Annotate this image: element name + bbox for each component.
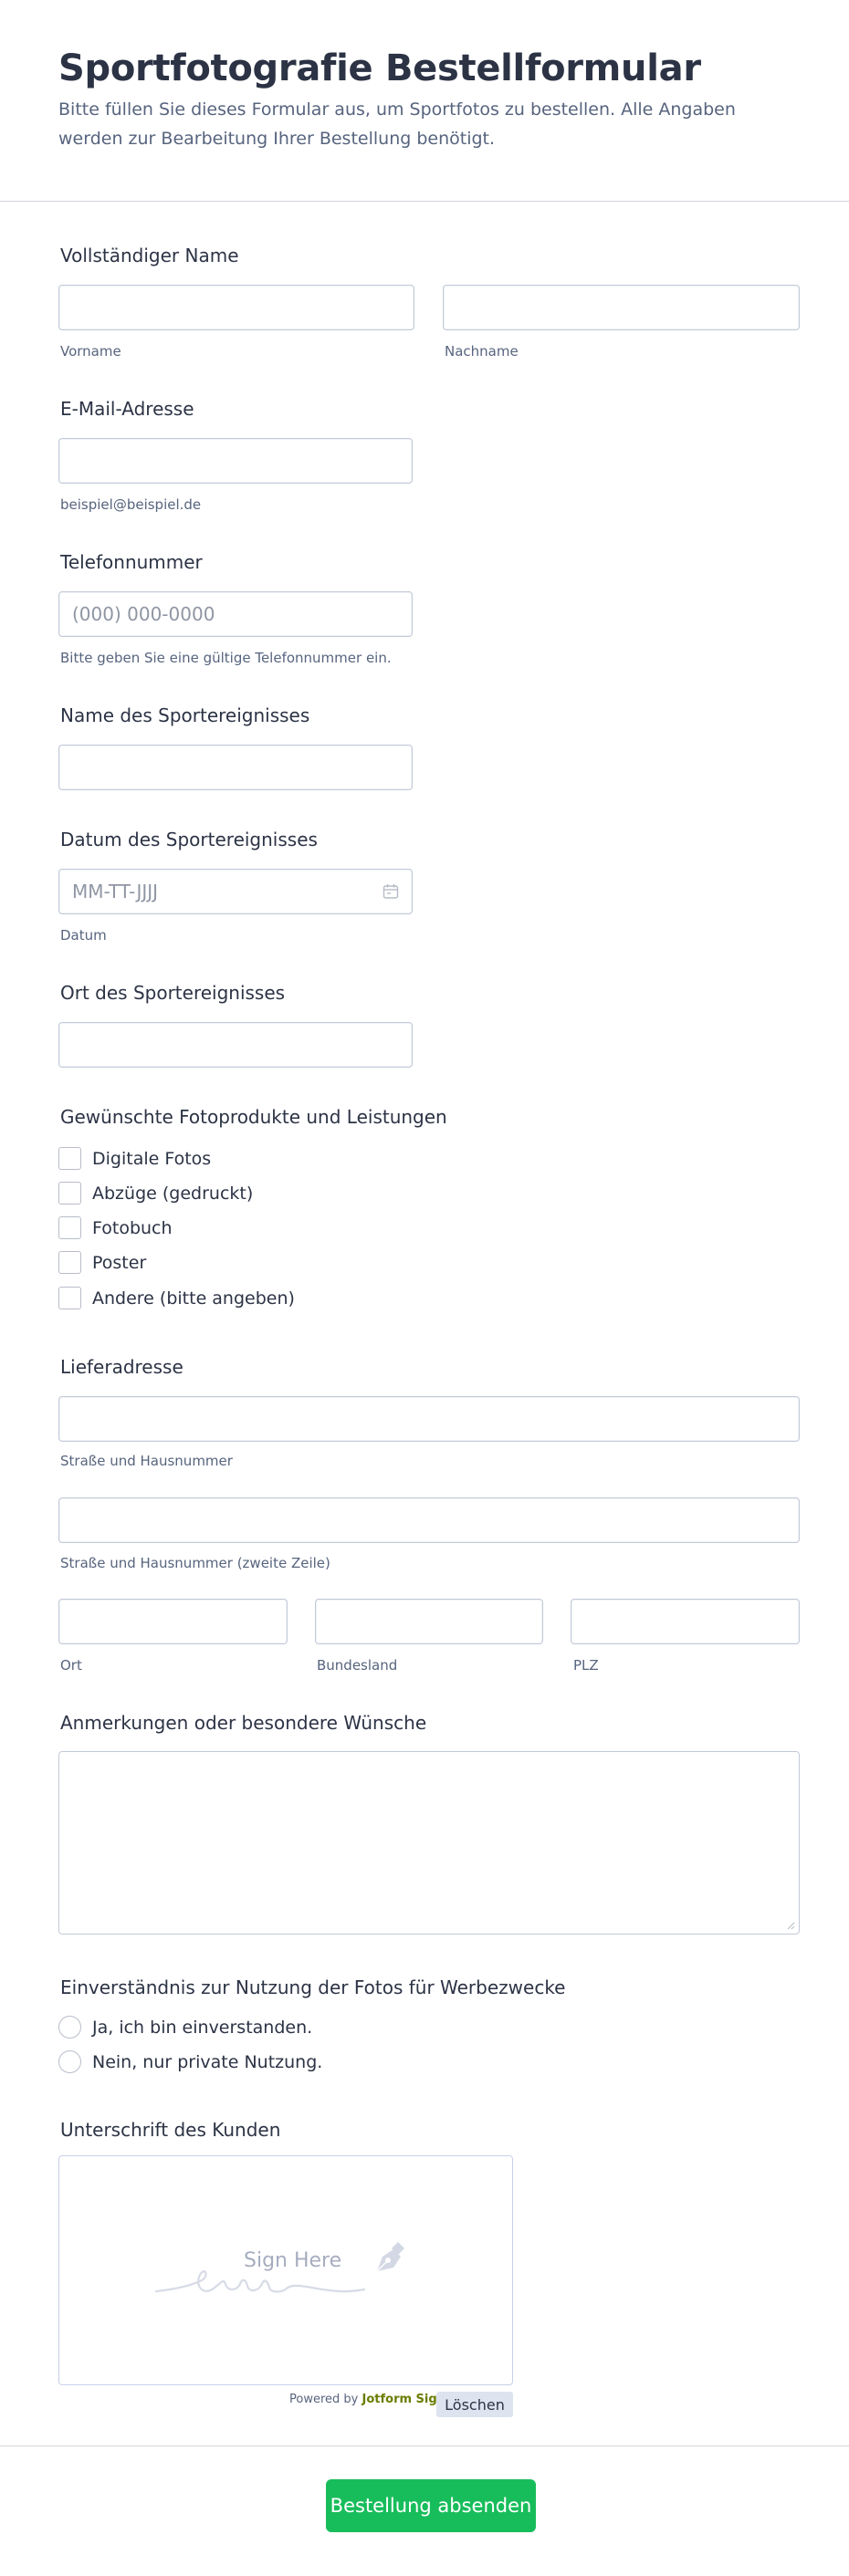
clear-signature-button[interactable]: Löschen: [436, 2392, 513, 2417]
last-name-sublabel: Nachname: [445, 343, 519, 360]
pen-icon: [376, 2242, 404, 2272]
zip-input[interactable]: [571, 1599, 800, 1644]
city-sublabel: Ort: [60, 1657, 82, 1674]
zip-sublabel: PLZ: [573, 1657, 599, 1674]
event-date-sublabel: Datum: [60, 927, 107, 944]
first-name-sublabel: Vorname: [60, 343, 121, 360]
product-checkbox[interactable]: [58, 1251, 81, 1274]
resize-handle-icon[interactable]: [786, 1921, 795, 1930]
street-input[interactable]: [58, 1396, 800, 1442]
event-location-input[interactable]: [58, 1022, 413, 1068]
product-option-label: Poster: [92, 1253, 147, 1273]
event-location-label: Ort des Sportereignisses: [60, 982, 286, 1004]
email-input[interactable]: [58, 438, 413, 484]
form-header: Sportfotografie Bestellformular Bitte fü…: [0, 0, 849, 202]
notes-label: Anmerkungen oder besondere Wünsche: [60, 1712, 427, 1734]
calendar-icon[interactable]: [383, 883, 399, 900]
consent-option-label: Ja, ich bin einverstanden.: [92, 2018, 313, 2038]
form-title: Sportfotografie Bestellformular: [58, 47, 701, 89]
event-date-label: Datum des Sportereignisses: [60, 829, 318, 850]
product-checkbox[interactable]: [58, 1147, 81, 1170]
street2-input[interactable]: [58, 1497, 800, 1543]
phone-label: Telefonnummer: [60, 551, 203, 573]
consent-radio[interactable]: [58, 2050, 81, 2073]
product-option-label: Andere (bitte angeben): [92, 1288, 295, 1309]
signature-pad[interactable]: Sign Here: [58, 2155, 513, 2385]
event-name-input[interactable]: [58, 745, 413, 790]
submit-button[interactable]: Bestellung absenden: [326, 2479, 536, 2532]
product-checkbox[interactable]: [58, 1182, 81, 1205]
last-name-input[interactable]: [443, 285, 800, 330]
full-name-label: Vollständiger Name: [60, 245, 239, 266]
signature-label: Unterschrift des Kunden: [60, 2119, 281, 2141]
state-input[interactable]: [315, 1599, 543, 1644]
product-option-label: Abzüge (gedruckt): [92, 1184, 254, 1204]
email-label: E-Mail-Adresse: [60, 398, 194, 420]
consent-option-label: Nein, nur private Nutzung.: [92, 2052, 323, 2072]
address-label: Lieferadresse: [60, 1356, 183, 1378]
event-name-label: Name des Sportereignisses: [60, 704, 310, 726]
phone-sublabel: Bitte geben Sie eine gültige Telefonnumm…: [60, 650, 392, 666]
email-sublabel: beispiel@beispiel.de: [60, 496, 202, 513]
city-input[interactable]: [58, 1599, 288, 1644]
product-option-label: Fotobuch: [92, 1218, 173, 1238]
product-checkbox[interactable]: [58, 1216, 81, 1239]
street2-sublabel: Straße und Hausnummer (zweite Zeile): [60, 1555, 330, 1571]
powered-by-text: Powered by Jotform Sign: [289, 2393, 445, 2406]
products-label: Gewünschte Fotoprodukte und Leistungen: [60, 1106, 447, 1128]
street-sublabel: Straße und Hausnummer: [60, 1453, 233, 1469]
state-sublabel: Bundesland: [317, 1657, 398, 1674]
product-option-label: Digitale Fotos: [92, 1149, 212, 1169]
product-checkbox[interactable]: [58, 1287, 81, 1309]
consent-radio[interactable]: [58, 2016, 81, 2039]
form-description: Bitte füllen Sie dieses Formular aus, um…: [58, 99, 736, 149]
powered-by-brand[interactable]: Jotform Sign: [362, 2393, 445, 2406]
event-date-placeholder: MM-TT-JJJJ: [72, 881, 159, 902]
event-date-input[interactable]: MM-TT-JJJJ: [58, 869, 413, 914]
consent-label: Einverständnis zur Nutzung der Fotos für…: [60, 1976, 566, 1998]
first-name-input[interactable]: [58, 285, 414, 330]
powered-by-prefix: Powered by: [289, 2393, 359, 2406]
phone-placeholder: (000) 000-0000: [72, 603, 215, 625]
phone-input[interactable]: (000) 000-0000: [58, 591, 413, 637]
notes-textarea[interactable]: [58, 1751, 800, 1935]
